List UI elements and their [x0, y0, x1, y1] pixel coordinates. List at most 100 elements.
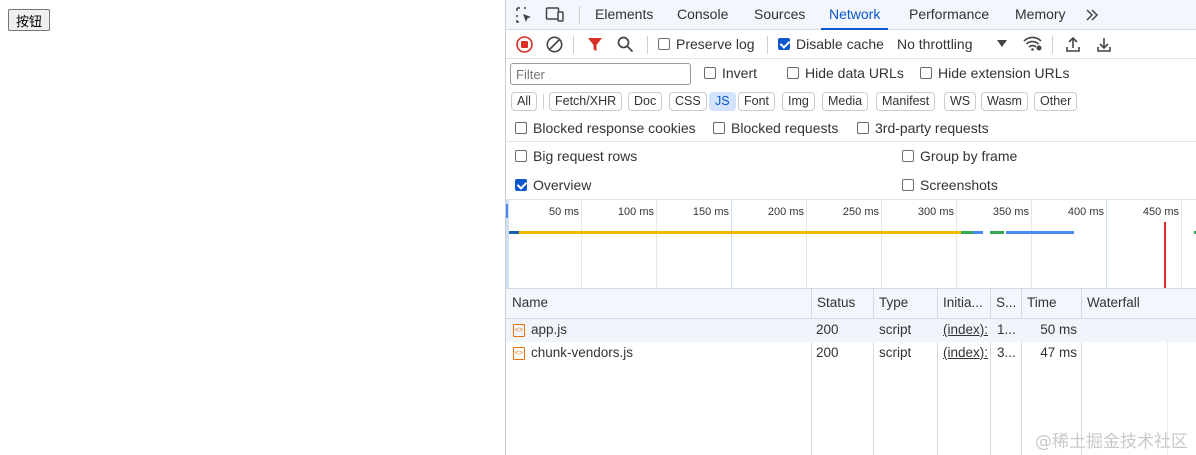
invert-box[interactable]: [704, 67, 716, 79]
overview-gridline: [1181, 200, 1182, 288]
disable-cache-box[interactable]: [778, 38, 790, 50]
hide-extension-urls-checkbox[interactable]: Hide extension URLs: [920, 59, 1070, 88]
table-row[interactable]: <> chunk-vendors.js 200 script (index): …: [506, 342, 1196, 365]
column-header-type[interactable]: Type: [873, 289, 937, 318]
blocked-requests-checkbox[interactable]: Blocked requests: [713, 114, 838, 143]
disable-cache-checkbox[interactable]: Disable cache: [778, 30, 884, 59]
overview-tick-label: 200 ms: [767, 206, 804, 218]
chip-separator: [543, 94, 544, 109]
chip-js[interactable]: JS: [709, 92, 736, 111]
search-icon[interactable]: [617, 36, 634, 53]
request-initiator-link[interactable]: (index):: [943, 319, 989, 342]
overview-tick-label: 350 ms: [992, 206, 1029, 218]
network-conditions-wifi-icon[interactable]: [1022, 36, 1043, 52]
overview-gridline: [806, 200, 807, 288]
column-header-waterfall[interactable]: Waterfall: [1081, 289, 1196, 318]
screenshots-checkbox[interactable]: Screenshots: [902, 171, 998, 200]
column-header-status[interactable]: Status: [811, 289, 873, 318]
hide-extension-urls-box[interactable]: [920, 67, 932, 79]
blocked-requests-label: Blocked requests: [731, 120, 839, 136]
column-divider[interactable]: [1021, 289, 1022, 455]
overview-tick-label: 250 ms: [842, 206, 879, 218]
network-overview-timeline[interactable]: 50 ms 100 ms 150 ms 200 ms 250 ms 300 ms…: [506, 200, 1196, 289]
tab-sources[interactable]: Sources: [754, 0, 805, 30]
more-tabs-chevron-icon[interactable]: [1084, 7, 1100, 23]
toolbar-separator: [1052, 36, 1053, 54]
chip-manifest[interactable]: Manifest: [876, 92, 936, 111]
chip-img[interactable]: Img: [782, 92, 815, 111]
screenshots-label: Screenshots: [920, 177, 998, 193]
column-header-initiator[interactable]: Initia...: [937, 289, 990, 318]
request-initiator-link[interactable]: (index):: [943, 342, 989, 365]
filter-funnel-icon[interactable]: [587, 36, 603, 53]
blocked-response-cookies-checkbox[interactable]: Blocked response cookies: [515, 114, 696, 143]
blocked-response-cookies-box[interactable]: [515, 122, 527, 134]
tab-performance[interactable]: Performance: [909, 0, 989, 30]
filter-input[interactable]: [510, 63, 691, 85]
column-header-name[interactable]: Name: [506, 289, 811, 318]
column-divider[interactable]: [937, 289, 938, 455]
chip-font[interactable]: Font: [738, 92, 776, 111]
column-header-time[interactable]: Time: [1021, 289, 1081, 318]
group-by-frame-box[interactable]: [902, 150, 914, 162]
requests-table-header: Name Status Type Initia... S... Time Wat…: [506, 289, 1196, 319]
stop-recording-icon[interactable]: [515, 35, 534, 54]
overview-tick-label: 300 ms: [917, 206, 954, 218]
hide-data-urls-checkbox[interactable]: Hide data URLs: [787, 59, 904, 88]
import-har-upload-icon[interactable]: [1065, 36, 1081, 53]
tab-console[interactable]: Console: [677, 0, 728, 30]
screenshots-box[interactable]: [902, 179, 914, 191]
request-name[interactable]: app.js: [531, 319, 809, 342]
chip-doc[interactable]: Doc: [628, 92, 663, 111]
table-row[interactable]: <> app.js 200 script (index): 1... 50 ms: [506, 319, 1196, 342]
toolbar-separator: [767, 36, 768, 54]
clear-icon[interactable]: [545, 35, 564, 54]
big-request-rows-checkbox[interactable]: Big request rows: [515, 142, 637, 171]
chevron-down-icon[interactable]: [997, 40, 1007, 48]
preserve-log-label: Preserve log: [676, 36, 755, 52]
column-header-size[interactable]: S...: [990, 289, 1021, 318]
overview-window-marker[interactable]: [506, 204, 508, 218]
device-toolbar-icon[interactable]: [545, 6, 565, 24]
chip-wasm[interactable]: Wasm: [981, 92, 1028, 111]
chip-all[interactable]: All: [511, 92, 537, 111]
chip-other[interactable]: Other: [1034, 92, 1078, 111]
third-party-requests-box[interactable]: [857, 122, 869, 134]
tab-memory[interactable]: Memory: [1015, 0, 1066, 30]
column-divider[interactable]: [990, 289, 991, 455]
invert-checkbox[interactable]: Invert: [704, 59, 757, 88]
overview-checkbox[interactable]: Overview: [515, 171, 591, 200]
chip-ws[interactable]: WS: [944, 92, 977, 111]
column-divider[interactable]: [811, 289, 812, 455]
tab-network[interactable]: Network: [821, 0, 889, 30]
settings-row-1: Big request rows Group by frame: [506, 142, 1196, 171]
request-name[interactable]: chunk-vendors.js: [531, 342, 809, 365]
overview-box[interactable]: [515, 179, 527, 191]
column-divider[interactable]: [873, 289, 874, 455]
overview-bar-blue: [1006, 231, 1074, 234]
inspect-element-icon[interactable]: [515, 6, 533, 24]
preserve-log-box[interactable]: [658, 38, 670, 50]
big-request-rows-box[interactable]: [515, 150, 527, 162]
blocked-response-cookies-label: Blocked response cookies: [533, 120, 696, 136]
watermark-text: @稀土掘金技术社区: [1035, 432, 1188, 452]
devtools-panel: Elements Console Sources Network Perform…: [505, 0, 1196, 455]
group-by-frame-checkbox[interactable]: Group by frame: [902, 142, 1017, 171]
page-button[interactable]: 按钮: [8, 9, 51, 31]
filter-row: Invert Hide data URLs Hide extension URL…: [506, 59, 1196, 89]
blocked-requests-box[interactable]: [713, 122, 725, 134]
tab-elements[interactable]: Elements: [595, 0, 653, 30]
export-har-download-icon[interactable]: [1096, 36, 1112, 53]
hide-data-urls-box[interactable]: [787, 67, 799, 79]
chip-media[interactable]: Media: [822, 92, 869, 111]
request-time: 50 ms: [1040, 322, 1077, 337]
chip-fetch-xhr[interactable]: Fetch/XHR: [549, 92, 623, 111]
overview-gridline: [881, 200, 882, 288]
preserve-log-checkbox[interactable]: Preserve log: [658, 30, 755, 59]
third-party-requests-checkbox[interactable]: 3rd-party requests: [857, 114, 989, 143]
settings-row-2: Overview Screenshots: [506, 171, 1196, 200]
hide-data-urls-label: Hide data URLs: [805, 65, 904, 81]
chip-css[interactable]: CSS: [669, 92, 707, 111]
throttling-select[interactable]: No throttling: [897, 30, 972, 59]
hide-extension-urls-label: Hide extension URLs: [938, 65, 1070, 81]
